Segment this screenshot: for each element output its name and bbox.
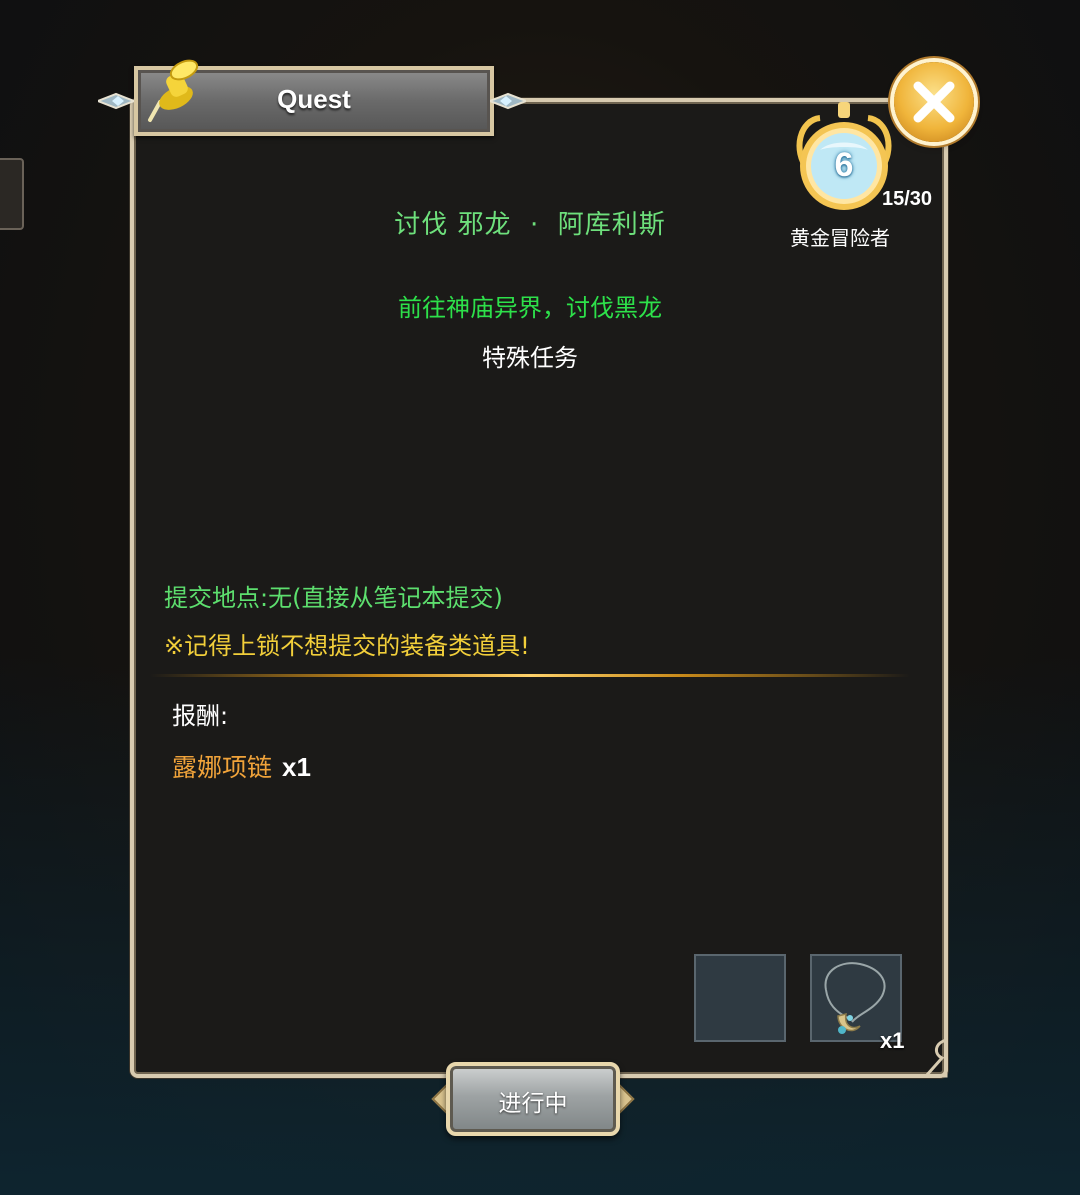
pushpin-icon [148, 59, 199, 122]
close-icon [913, 81, 955, 123]
rank-level: 6 [834, 146, 854, 184]
quest-objective: 前往神庙异界，讨伐黑龙 [398, 294, 662, 322]
reward-item-name: 露娜项链 [172, 753, 273, 782]
resize-corner-icon [922, 1037, 948, 1078]
reward-item-qty: x1 [282, 752, 311, 782]
rank-label: 黄金冒险者 [790, 226, 890, 250]
status-button-label: 进行中 [498, 1091, 568, 1117]
reward-item: 露娜项链 x1 [172, 748, 311, 784]
quest-type: 特殊任务 [482, 344, 578, 372]
status-button[interactable]: 进行中 [431, 1056, 635, 1144]
lock-reminder: ※记得上锁不想提交的装备类道具! [164, 632, 530, 660]
gem-right-icon [490, 92, 526, 110]
item-slot-qty: x1 [880, 1028, 905, 1053]
item-slot-empty[interactable] [694, 954, 786, 1042]
gem-left-icon [98, 92, 134, 110]
rewards-label: 报酬: [172, 702, 229, 730]
side-tab[interactable] [0, 158, 24, 230]
quest-name: 讨伐 邪龙 · 阿库利斯 [394, 210, 666, 240]
close-button[interactable] [894, 62, 974, 142]
submit-location: 提交地点:无(直接从笔记本提交) [164, 584, 503, 612]
divider [150, 674, 910, 677]
rank-progress: 15/30 [882, 188, 933, 210]
